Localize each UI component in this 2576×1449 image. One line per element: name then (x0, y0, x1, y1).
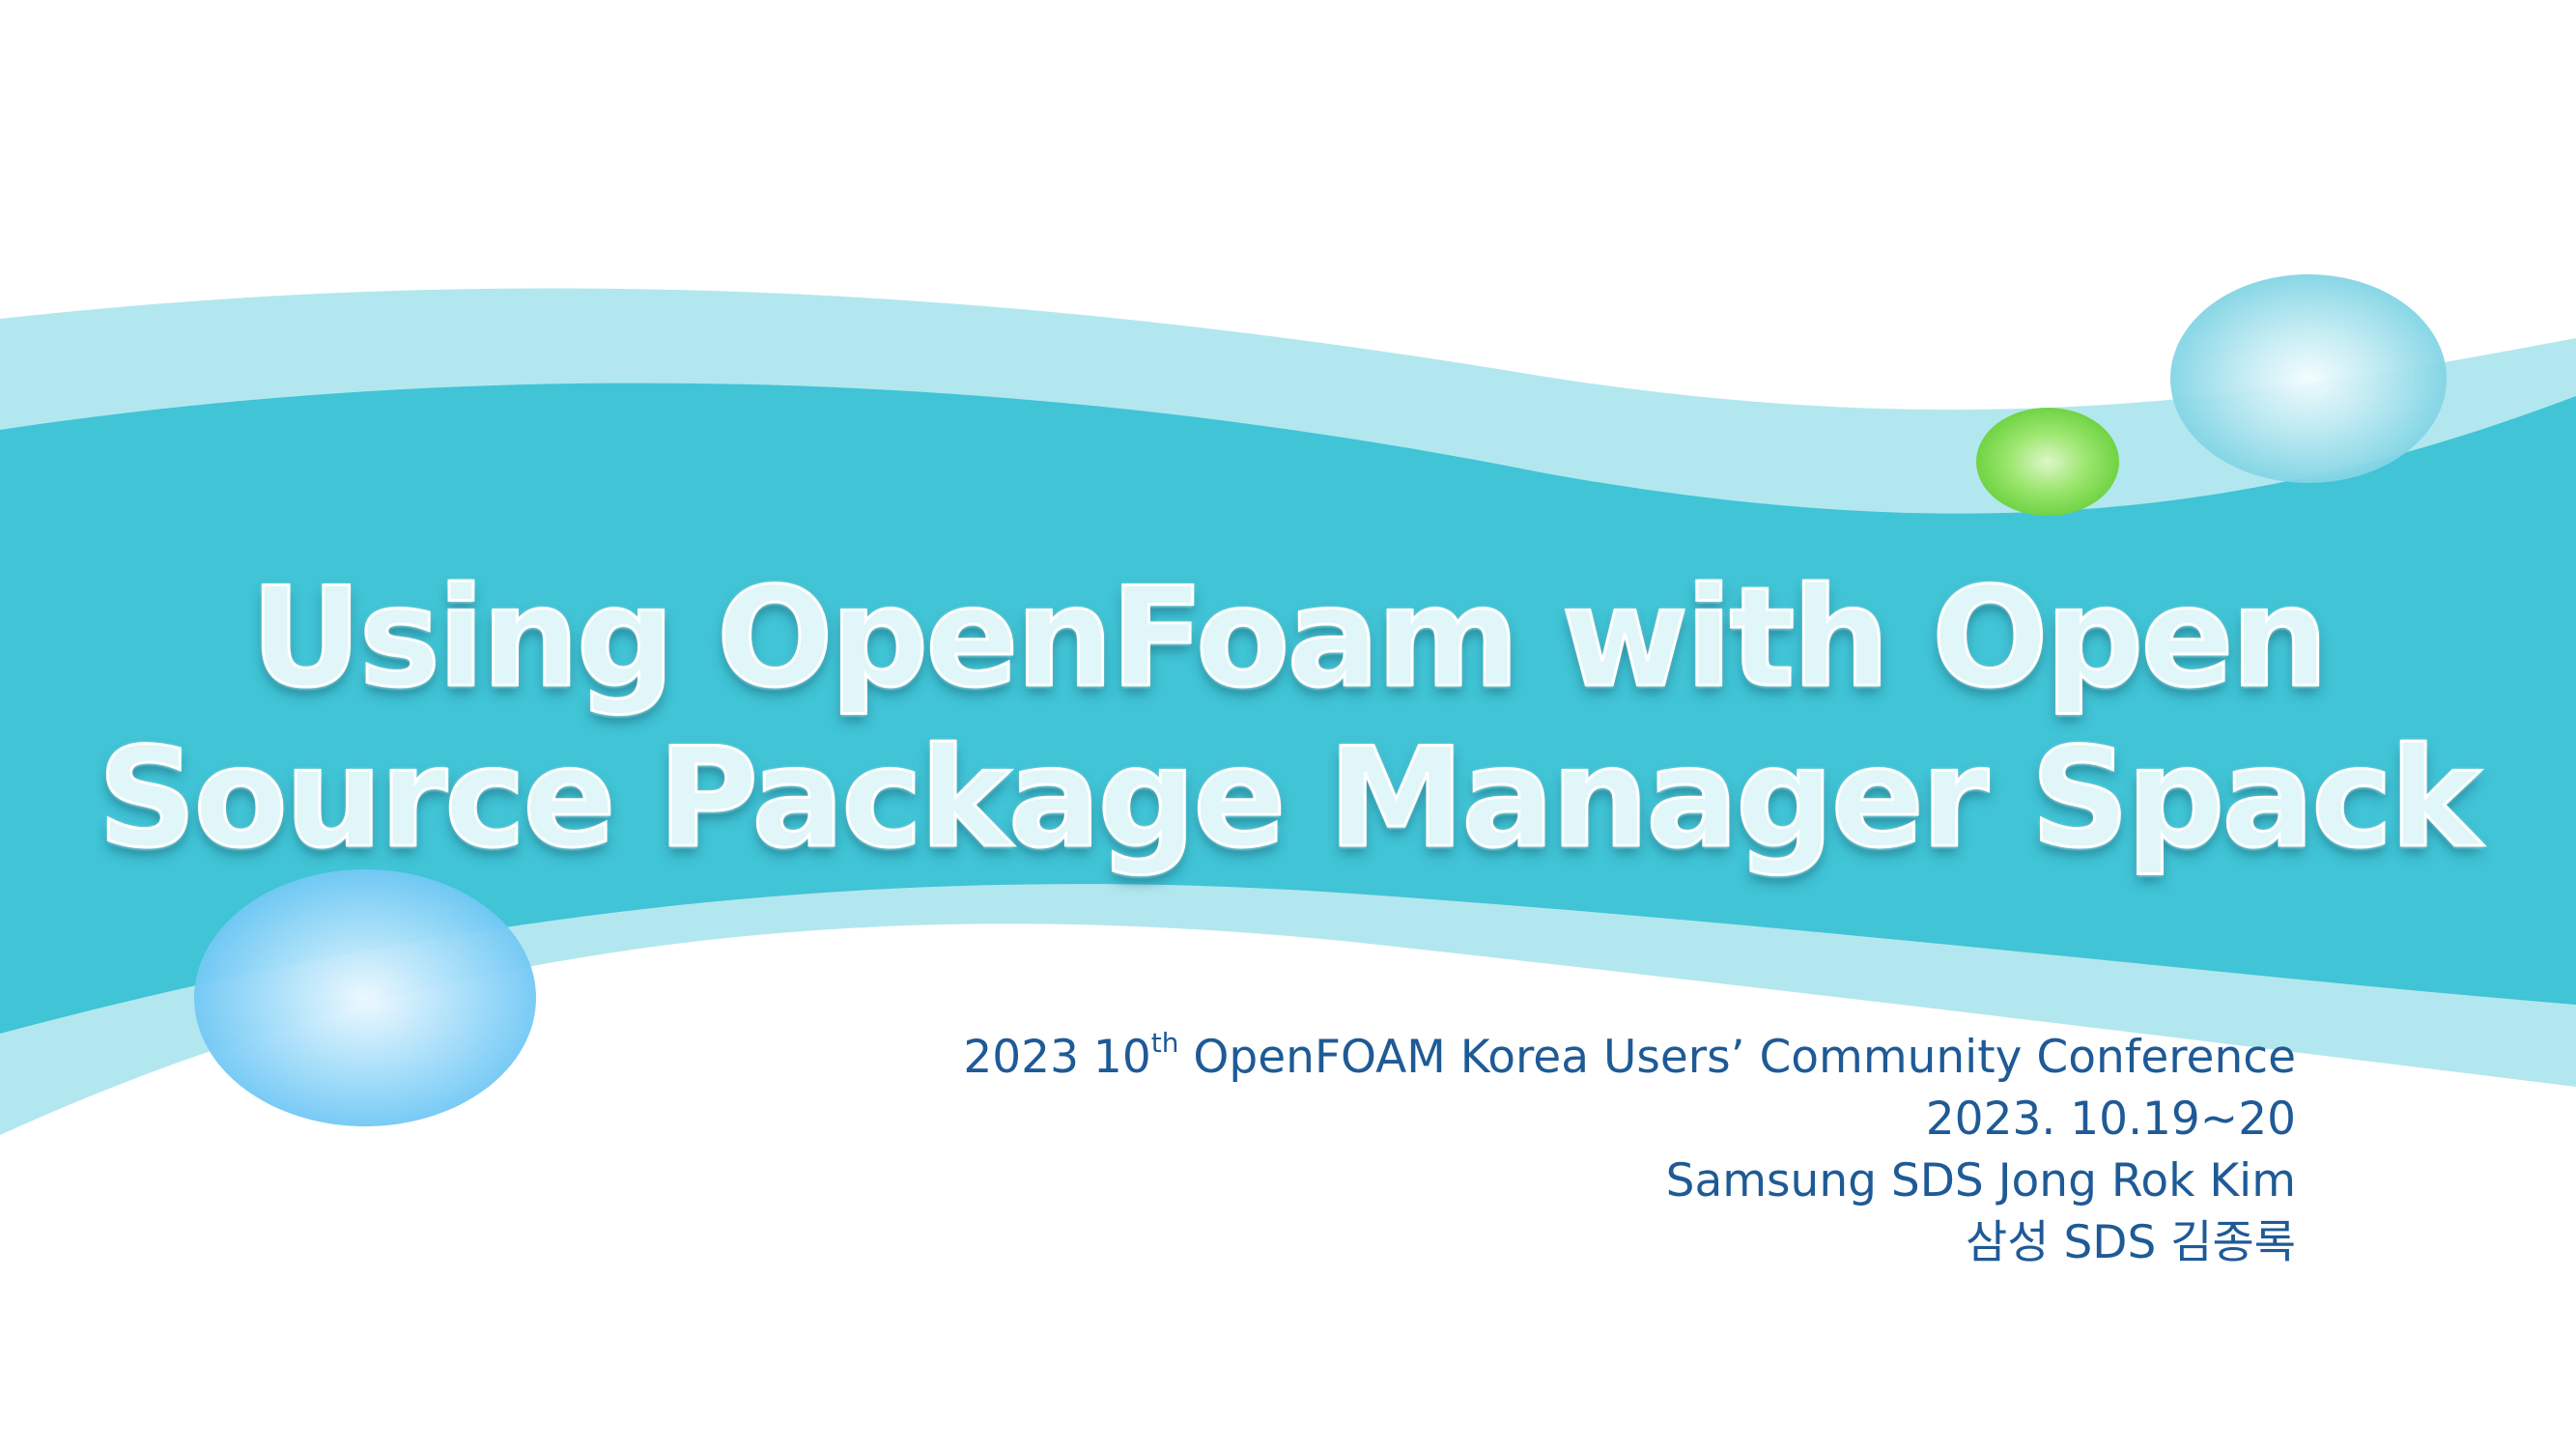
presenter-english: Samsung SDS Jong Rok Kim (1665, 1154, 2296, 1208)
bubble-green (1976, 408, 2119, 516)
ordinal-suffix: th (1150, 1027, 1179, 1060)
conference-prefix: 2023 10 (963, 1031, 1151, 1084)
presentation-info: 2023 10th OpenFOAM Korea Users’ Communit… (963, 1027, 2296, 1274)
conference-date: 2023. 10.19~20 (1925, 1093, 2296, 1146)
title-line-1: Using OpenFoam with Open (249, 557, 2330, 720)
conference-name: 2023 10th OpenFOAM Korea Users’ Communit… (963, 1027, 2296, 1089)
slide: Using OpenFoam with Open Source Package … (0, 0, 2576, 1449)
slide-title: Using OpenFoam with Open Source Package … (0, 557, 2576, 880)
bubble-sky (194, 869, 536, 1126)
title-line-2: Source Package Manager Spack (97, 718, 2483, 880)
presenter-korean: 삼성 SDS 김종록 (1966, 1216, 2296, 1269)
bubble-cyan (2170, 274, 2447, 483)
conference-rest: OpenFOAM Korea Users’ Community Conferen… (1178, 1031, 2296, 1084)
